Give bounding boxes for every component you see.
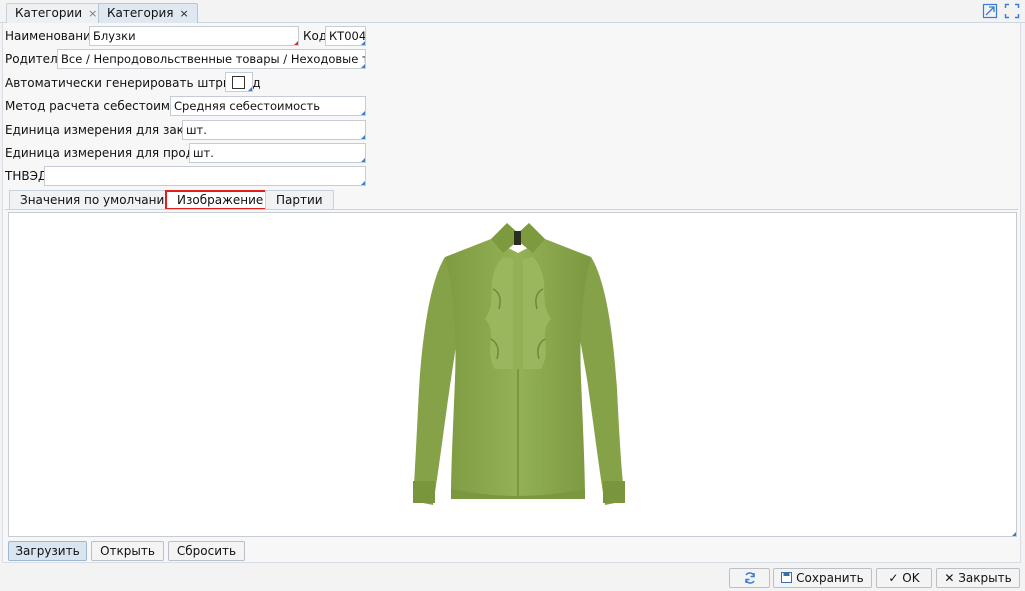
name-label: Наименование [5, 29, 99, 43]
tab-defaults[interactable]: Значения по умолчанию [9, 190, 186, 210]
cost-method-field[interactable]: Средняя себестоимость [170, 96, 366, 116]
name-field[interactable]: Блузки [89, 26, 299, 46]
tab-bar: Категории × Категория × [0, 0, 1025, 23]
fullscreen-icon[interactable] [1004, 3, 1020, 19]
save-button[interactable]: Сохранить [773, 568, 872, 588]
restore-icon[interactable] [982, 3, 998, 19]
tab-image[interactable]: Изображение [165, 190, 276, 210]
close-icon[interactable]: × [88, 7, 97, 20]
reset-button[interactable]: Сбросить [168, 541, 245, 561]
code-field[interactable]: КТ004 [325, 26, 366, 46]
tab-category[interactable]: Категория × [98, 3, 198, 23]
check-icon: ✓ [888, 571, 899, 585]
barcode-checkbox[interactable] [225, 72, 253, 92]
tnved-label: ТНВЭД [5, 169, 48, 183]
blouse-image [413, 223, 625, 505]
upload-button[interactable]: Загрузить [8, 541, 87, 561]
sell-unit-field[interactable]: шт. [189, 143, 366, 163]
ok-label: OK [902, 571, 920, 585]
tab-label: Категории [15, 6, 83, 20]
ok-button[interactable]: ✓ OK [876, 568, 932, 588]
close-label: Закрыть [958, 571, 1012, 585]
parent-label: Родитель [5, 52, 65, 66]
tnved-field[interactable] [44, 166, 366, 186]
close-x-icon: ✕ [944, 571, 955, 585]
tab-batches[interactable]: Партии [265, 190, 334, 210]
sell-unit-label: Единица измерения для продажи [5, 146, 221, 160]
close-button[interactable]: ✕ Закрыть [936, 568, 1020, 588]
image-viewer[interactable] [8, 212, 1017, 537]
checkbox-box [232, 76, 245, 89]
close-icon[interactable]: × [180, 7, 189, 20]
refresh-button[interactable] [729, 568, 770, 588]
save-icon [781, 572, 793, 583]
refresh-icon [744, 572, 755, 584]
save-label: Сохранить [796, 571, 864, 585]
code-label: Код [303, 29, 328, 43]
open-button[interactable]: Открыть [91, 541, 164, 561]
tab-divider [5, 209, 1018, 210]
tab-categories[interactable]: Категории × [6, 3, 107, 23]
tab-label: Категория [107, 6, 174, 20]
barcode-label: Автоматически генерировать штрихкод [5, 76, 261, 90]
buy-unit-field[interactable]: шт. [182, 120, 366, 140]
parent-field[interactable]: Все / Непродовольственные товары / Неход… [57, 49, 366, 69]
